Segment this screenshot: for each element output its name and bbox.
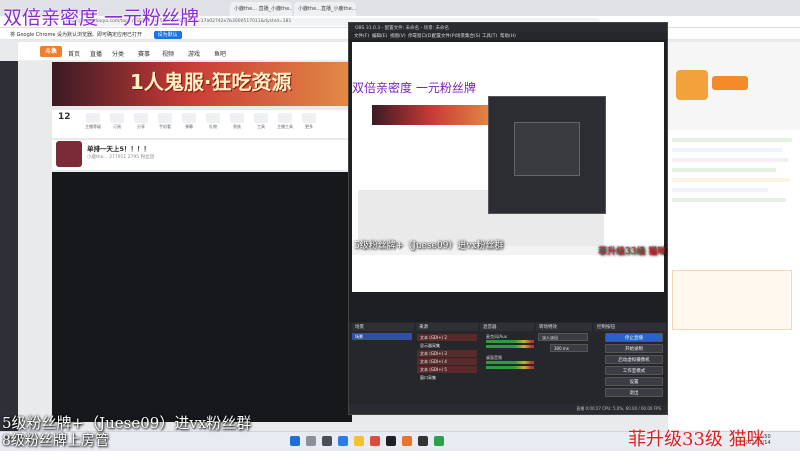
browser-tab[interactable]: 小鹿the... 直播_小鹿the...	[230, 2, 292, 16]
dock-title: 来源	[416, 323, 478, 331]
douyu-icon[interactable]	[402, 436, 412, 446]
site-logo[interactable]: 斗鱼	[40, 46, 62, 57]
settings-button[interactable]: 设置	[605, 377, 663, 386]
avatar[interactable]	[56, 141, 82, 167]
nav-item[interactable]: 直播	[90, 49, 102, 58]
icon-label: 工具	[257, 124, 265, 129]
stop-streaming-button[interactable]: 停止直播	[605, 333, 663, 342]
subscribe-icon[interactable]	[110, 113, 124, 123]
overlay-text: 5级粉丝牌+（Juese09）进vx粉丝群	[354, 241, 504, 251]
overlay-text: 双倍亲密度 一元粉丝牌	[352, 81, 476, 95]
level-icon[interactable]	[86, 113, 100, 123]
icon-label: 更多	[305, 124, 313, 129]
edge-icon[interactable]	[338, 436, 348, 446]
icon-label: 弹幕	[185, 124, 193, 129]
dock-title: 转场特效	[536, 323, 592, 331]
taskview-icon[interactable]	[322, 436, 332, 446]
phone-icon[interactable]	[158, 113, 172, 123]
preview-nested-window	[514, 122, 580, 176]
audio-meter	[486, 340, 534, 343]
obs-status-bar: 直播 0:00:27 CPU: 5.0%, 60.00 / 60.00 FPS	[349, 404, 667, 414]
wechat-icon[interactable]	[434, 436, 444, 446]
obs-menu-item[interactable]: 停靠窗口(D)	[408, 33, 433, 39]
studio-mode-button[interactable]: 工作室模式	[605, 366, 663, 375]
overlay-text: 菲升级33级 猫咪	[598, 247, 667, 257]
obs-icon[interactable]	[386, 436, 396, 446]
danmu-icon[interactable]	[182, 113, 196, 123]
overlay-text: 菲升级33级 猫咪	[628, 429, 765, 450]
obs-menu-item[interactable]: 视图(V)	[390, 33, 406, 39]
obs-title-bar: OBS 31.0.3 - 配置文件: 未命名 - 场景: 未命名	[349, 23, 667, 32]
dock-title: 场景	[352, 323, 414, 331]
streamer-meta: 小鹿the... 277911 2795 粉丝团	[87, 155, 155, 160]
source-item[interactable]: 窗口采集	[417, 374, 477, 381]
share-icon[interactable]	[134, 113, 148, 123]
audio-meter	[486, 345, 534, 348]
noble-icon[interactable]	[230, 113, 244, 123]
preview-banner	[372, 105, 492, 125]
stream-title: 单排一天上5！！！！	[87, 145, 151, 153]
virtual-camera-button[interactable]: 启动虚拟摄像机	[605, 355, 663, 364]
scene-item[interactable]: 场景	[352, 333, 412, 340]
icon-label: 订阅	[113, 124, 121, 129]
dock-title: 混音器	[480, 323, 534, 331]
dock-title: 控制按钮	[594, 323, 666, 331]
source-item[interactable]: 文本 (GDI+) 4	[417, 358, 477, 365]
source-item[interactable]: 显示器采集	[417, 342, 477, 349]
event-badge-icon[interactable]	[676, 70, 708, 100]
transition-select[interactable]: 淡入淡出	[538, 333, 588, 341]
nav-item[interactable]: 首页	[68, 49, 80, 58]
icon-label: 手机看	[159, 124, 171, 129]
obs-menu-item[interactable]: 编辑(E)	[372, 33, 387, 39]
folder-icon[interactable]	[354, 436, 364, 446]
nav-item[interactable]: 赛事	[138, 49, 150, 58]
source-item[interactable]: 文本 (GDI+) 2	[417, 334, 477, 341]
obs-menu-item[interactable]: 工具(T)	[482, 33, 497, 39]
tool-icon[interactable]	[254, 113, 268, 123]
more-icon[interactable]	[302, 113, 316, 123]
source-item[interactable]: 文本 (GDI+) 5	[417, 366, 477, 373]
icon-label: 主播工具	[277, 124, 293, 129]
room-number: 12	[58, 112, 71, 122]
promo-badge-icon[interactable]	[712, 76, 748, 90]
audio-meter	[486, 366, 534, 369]
icon-label: 分享	[137, 124, 145, 129]
video-player[interactable]	[52, 172, 352, 422]
gift-icon[interactable]	[206, 113, 220, 123]
nav-item[interactable]: 分类	[112, 49, 124, 58]
duration-field[interactable]: 300 ms	[550, 344, 588, 352]
chrome-icon[interactable]	[370, 436, 380, 446]
icon-label: 礼物	[209, 124, 217, 129]
app-icon[interactable]	[418, 436, 428, 446]
obs-menu-item[interactable]: 文件(F)	[354, 33, 369, 39]
source-item[interactable]: 文本 (GDI+) 3	[417, 350, 477, 357]
search-icon[interactable]	[306, 436, 316, 446]
nav-item[interactable]: 视频	[162, 49, 174, 58]
obs-menu-item[interactable]: 配置文件(P)	[432, 33, 456, 39]
banner-text: 1人鬼服·狂吃资源	[130, 70, 292, 94]
set-default-button[interactable]: 设为默认	[153, 31, 182, 39]
icon-label: 贵族	[233, 124, 241, 129]
nav-item[interactable]: 鱼吧	[214, 49, 226, 58]
audio-meter	[486, 361, 534, 364]
overlay-text: 双倍亲密度 一元粉丝牌	[3, 7, 200, 29]
start-recording-button[interactable]: 开始录制	[605, 344, 663, 353]
anchor-tool-icon[interactable]	[278, 113, 292, 123]
icon-label: 主播等级	[85, 124, 101, 129]
obs-menu-item[interactable]: 帮助(H)	[500, 33, 516, 39]
notice-text: 将 Google Chrome 设为默认浏览器。即可确定应用已打开	[10, 32, 143, 38]
nav-item[interactable]: 游戏	[188, 49, 200, 58]
start-icon[interactable]	[290, 436, 300, 446]
obs-menu-item[interactable]: 场景集合(S)	[456, 33, 480, 39]
left-sidebar	[0, 61, 18, 431]
browser-tab[interactable]: 小鹿the...直播_小鹿the...	[294, 2, 356, 16]
overlay-text: 8级粉丝牌上房管	[2, 433, 109, 449]
exit-button[interactable]: 退出	[605, 388, 663, 397]
